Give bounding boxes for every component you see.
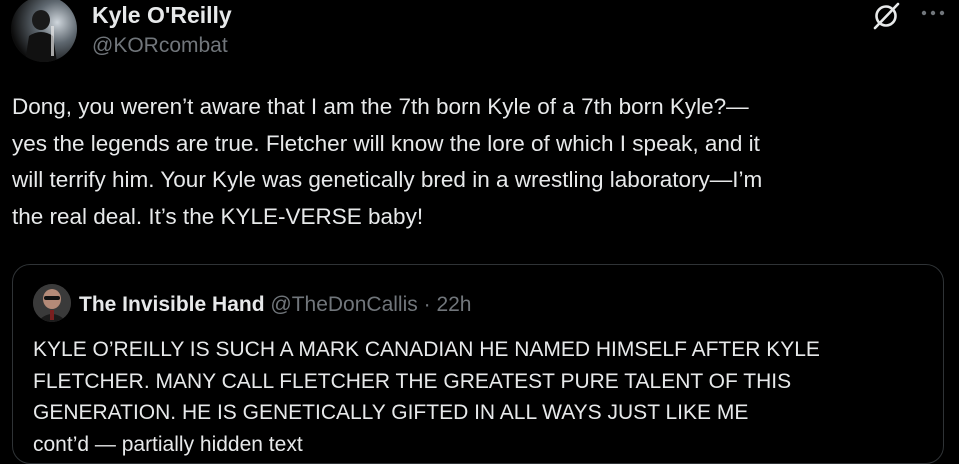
grok-icon[interactable]: [871, 1, 901, 31]
quote-text: KYLE O’REILLY IS SUCH A MARK CANADIAN HE…: [33, 334, 933, 460]
author-avatar[interactable]: [11, 0, 77, 62]
quote-author-avatar[interactable]: [33, 284, 71, 322]
avatar-photo-icon: [11, 0, 77, 62]
quote-text-line: FLETCHER. MANY CALL FLETCHER THE GREATES…: [33, 369, 792, 393]
quote-text-line: GENERATION. HE IS GENETICALLY GIFTED IN …: [33, 401, 749, 424]
quote-avatar-photo-icon: [33, 284, 71, 322]
quote-header: The Invisible Hand @TheDonCallis · 22h: [79, 292, 471, 318]
tweet-text-line: Dong, you weren’t aware that I am the 7t…: [12, 94, 749, 119]
quote-author-name[interactable]: The Invisible Hand: [79, 293, 265, 316]
quote-author-handle[interactable]: @TheDonCallis: [270, 293, 417, 316]
quote-separator: ·: [417, 293, 437, 316]
tweet-text: Dong, you weren’t aware that I am the 7t…: [12, 89, 952, 235]
quote-text-line: KYLE O’REILLY IS SUCH A MARK CANADIAN HE…: [33, 338, 820, 361]
tweet-text-line: will terrify him. Your Kyle was genetica…: [12, 167, 763, 192]
quote-timestamp[interactable]: 22h: [436, 293, 471, 316]
more-options-icon[interactable]: [915, 1, 951, 27]
author-handle[interactable]: @KORcombat: [92, 33, 228, 59]
quoted-tweet[interactable]: The Invisible Hand @TheDonCallis · 22h K…: [12, 264, 944, 464]
tweet-text-line: yes the legends are true. Fletcher will …: [12, 130, 760, 156]
quote-text-line: cont’d — partially hidden text: [33, 432, 303, 456]
author-display-name[interactable]: Kyle O'Reilly: [92, 1, 232, 29]
tweet-text-line: the real deal. It’s the KYLE-VERSE baby!: [12, 203, 424, 229]
tweet[interactable]: Kyle O'Reilly @KORcombat Dong, you weren…: [0, 0, 959, 464]
